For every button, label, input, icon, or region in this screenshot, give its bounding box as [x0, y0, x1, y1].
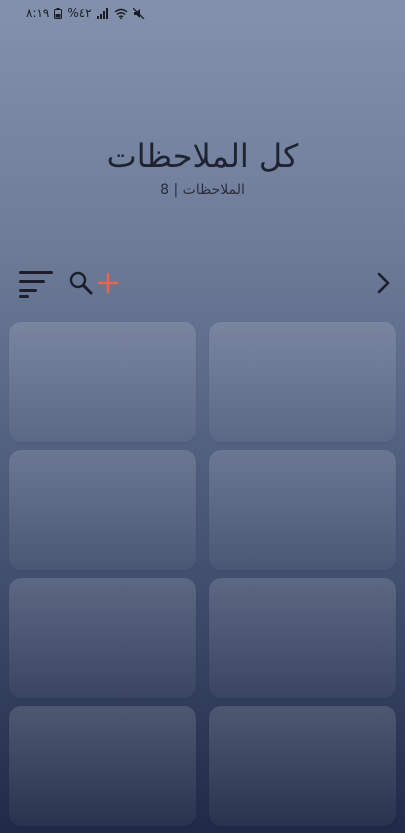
notes-grid: [9, 322, 396, 826]
note-card-1[interactable]: [9, 322, 196, 442]
add-icon: [96, 271, 120, 299]
chevron-right-icon: [373, 270, 393, 300]
sort-icon: [17, 268, 55, 302]
notes-count-subtitle: الملاحظات | 8: [160, 182, 245, 198]
note-card-3[interactable]: [9, 450, 196, 570]
search-icon: [68, 270, 94, 300]
battery-icon: [54, 7, 63, 19]
note-card-5[interactable]: [9, 578, 196, 698]
search-button[interactable]: [66, 270, 96, 300]
toolbar: [0, 266, 405, 302]
page-title: كل الملاحظات: [106, 137, 299, 175]
note-card-8[interactable]: [209, 706, 396, 826]
header: كل الملاحظات الملاحظات | 8: [0, 134, 405, 198]
note-card-2[interactable]: [209, 322, 396, 442]
signal-icon: [96, 7, 109, 19]
sort-button[interactable]: [16, 269, 56, 301]
mute-icon: [132, 7, 145, 19]
note-card-7[interactable]: [9, 706, 196, 826]
note-card-6[interactable]: [209, 578, 396, 698]
add-note-button[interactable]: [94, 270, 122, 300]
next-button[interactable]: [368, 270, 398, 300]
status-battery-percent: %٤٢: [67, 6, 92, 20]
note-card-4[interactable]: [209, 450, 396, 570]
wifi-icon: [114, 8, 128, 19]
status-time: ٨:١٩: [26, 6, 50, 20]
status-bar: ٨:١٩ %٤٢: [0, 0, 405, 26]
